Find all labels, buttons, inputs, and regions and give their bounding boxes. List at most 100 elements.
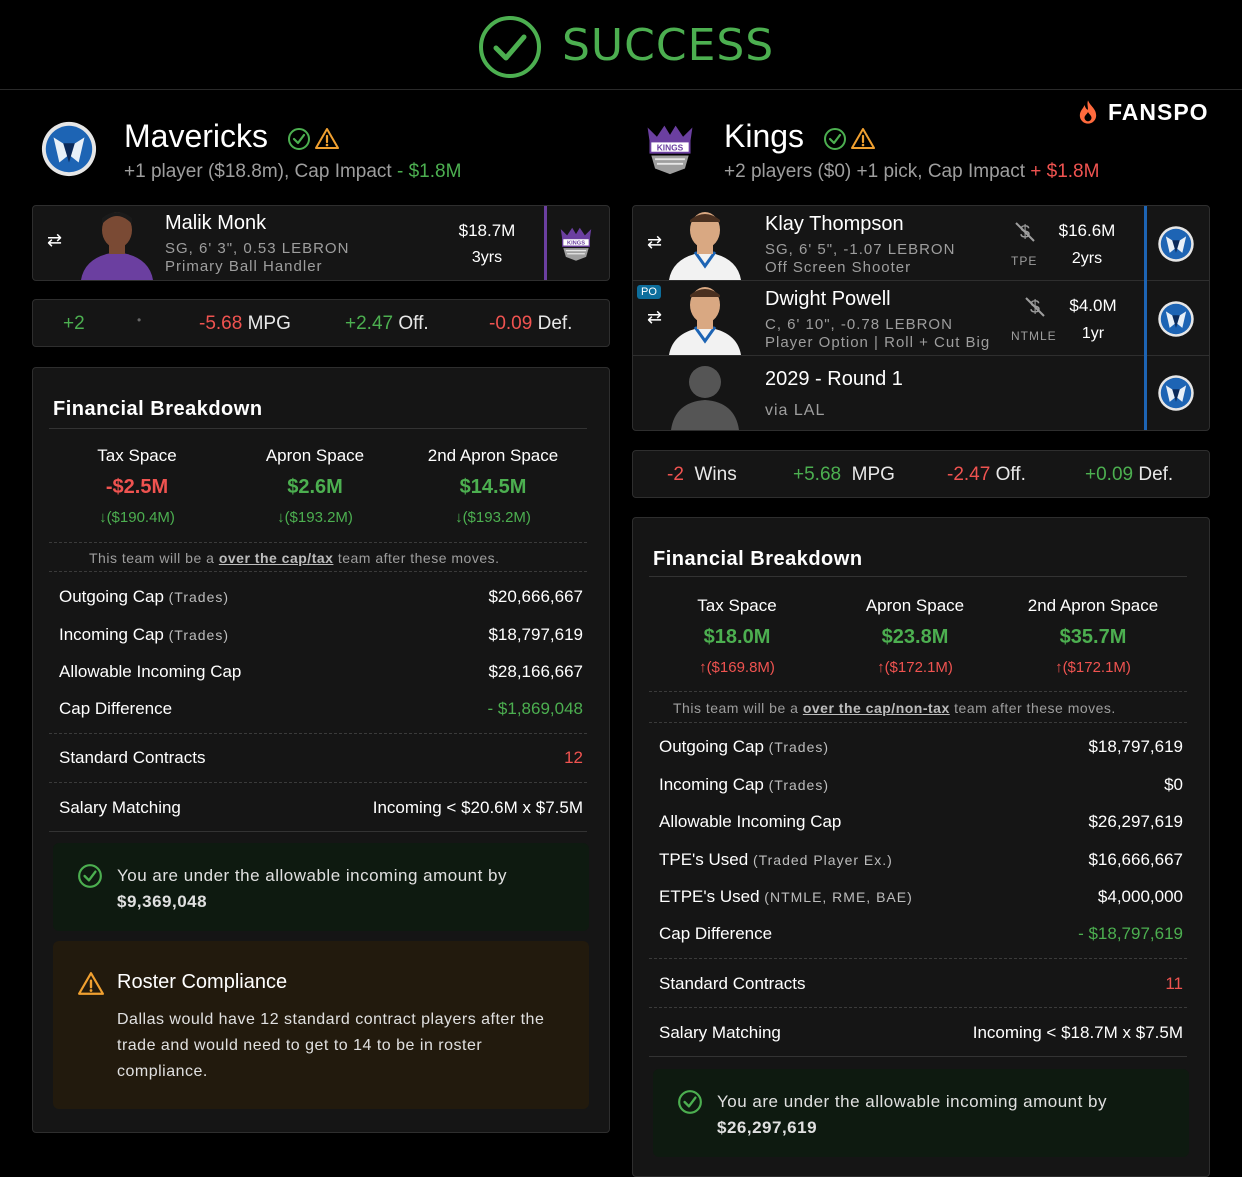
impact-stats-bar: +2 • -5.68 MPG +2.47 Off. -0.09 Def.	[32, 299, 610, 347]
player-row-malik-monk[interactable]: ⇄ Malik Monk SG, 6' 3", 0.53 LEBRON Prim…	[33, 206, 609, 280]
player-row-dwight-powell[interactable]: PO ⇄ Dwight Powell C, 6' 10", -0.78 LEBR…	[633, 281, 1209, 356]
apron-space-value: $2.6M	[287, 476, 343, 498]
mavericks-logo-icon	[1157, 374, 1195, 412]
notice-amount: $9,369,048	[117, 892, 208, 911]
financial-breakdown-kings: Financial Breakdown Tax Space $18.0M ↑($…	[632, 517, 1210, 1177]
tax-space-change-value: ($190.4M)	[106, 509, 175, 526]
row-label: Standard Contracts	[659, 974, 806, 993]
wins-stat: +2	[63, 313, 85, 335]
team-name-text: Mavericks	[124, 118, 269, 154]
team-name: Mavericks	[124, 118, 339, 155]
pick-name: 2029 - Round 1	[765, 368, 903, 390]
row-value: - $1,869,048	[487, 699, 583, 718]
standard-contracts-row: Standard Contracts 12	[59, 748, 583, 768]
second-apron-space-value: $35.7M	[1059, 626, 1127, 648]
apron-space-change: ↑($172.1M)	[830, 659, 1000, 676]
row-label: Allowable Incoming Cap	[59, 662, 242, 681]
mpg-value: +5.68	[793, 464, 842, 485]
mavericks-logo-icon	[1157, 225, 1195, 263]
team-summary: +1 player ($18.8m), Cap Impact - $1.8M	[124, 161, 461, 183]
notice-message: You are under the allowable incoming amo…	[117, 866, 508, 885]
player-info: SG, 6' 5", -1.07 LEBRON	[765, 241, 956, 258]
section-title: Financial Breakdown	[653, 548, 863, 570]
dot-icon: •	[137, 313, 142, 327]
player-row-klay-thompson[interactable]: ⇄ Klay Thompson SG, 6' 5", -1.07 LEBRON …	[633, 206, 1209, 281]
team-header-kings: Kings +2 players ($0) +1 pick, Cap Impac…	[632, 118, 1202, 198]
off-value: -2.47	[947, 464, 991, 485]
tax-space-change: ↑($169.8M)	[652, 659, 822, 676]
row-sub: (Trades)	[768, 777, 830, 793]
kings-logo-icon	[557, 224, 595, 262]
row-value: Incoming < $20.6M x $7.5M	[372, 798, 583, 817]
def-stat: -0.09 Def.	[489, 313, 572, 335]
player-name: Dwight Powell	[765, 288, 891, 310]
row-sub: (Trades)	[168, 589, 230, 605]
check-circle-icon	[677, 1089, 703, 1115]
divider	[49, 733, 587, 734]
notice-text: You are under the allowable incoming amo…	[117, 863, 507, 915]
team-status-badges	[823, 127, 875, 151]
player-photo	[73, 206, 161, 280]
row-value: $0	[1164, 775, 1183, 794]
off-stat: -2.47 Off.	[947, 464, 1026, 486]
warning-text: Dallas would have 12 standard contract p…	[117, 1011, 545, 1080]
row-label: ETPE's Used	[659, 887, 760, 906]
allowable-incoming-cap-row: Allowable Incoming Cap $28,166,667	[59, 662, 583, 682]
tax-space-label: Tax Space	[97, 446, 177, 465]
incoming-cap-row: Incoming Cap (Trades) $0	[659, 775, 1183, 795]
note-text: This team will be a	[673, 700, 803, 716]
team-name: Kings	[724, 118, 875, 155]
team-color-divider	[1144, 356, 1147, 430]
notice-amount: $26,297,619	[717, 1118, 818, 1137]
summary-text: +2 players ($0) +1 pick, Cap Impact	[724, 161, 1031, 182]
tpe-used-row: TPE's Used (Traded Player Ex.) $16,666,66…	[659, 850, 1183, 870]
player-salary: $18.7M	[458, 221, 516, 240]
def-stat: +0.09 Def.	[1085, 464, 1173, 486]
player-name: Malik Monk	[165, 212, 267, 234]
check-circle-icon	[823, 127, 847, 151]
cap-difference-row: Cap Difference - $18,797,619	[659, 924, 1183, 944]
apron-space: Apron Space $2.6M ↓($193.2M)	[230, 446, 400, 526]
off-value: +2.47	[345, 313, 394, 334]
def-label: Def.	[1138, 464, 1174, 485]
row-label: Cap Difference	[59, 699, 173, 718]
apron-space-change: ↓($193.2M)	[230, 509, 400, 526]
row-sub: (Trades)	[768, 739, 830, 755]
note-text: team after these moves.	[333, 550, 500, 566]
off-stat: +2.47 Off.	[345, 313, 429, 335]
player-role: Off Screen Shooter	[765, 259, 912, 276]
team-header-mavericks: Mavericks +1 player ($18.8m), Cap Impact…	[32, 118, 602, 198]
row-value: $26,297,619	[1088, 812, 1183, 831]
cap-status-link[interactable]: over the cap/tax	[219, 550, 334, 566]
incoming-players-card: ⇄ Malik Monk SG, 6' 3", 0.53 LEBRON Prim…	[32, 205, 610, 281]
player-option-badge: PO	[637, 285, 661, 299]
warning-icon	[315, 127, 339, 151]
wins-label: Wins	[694, 464, 737, 485]
allowable-incoming-notice: You are under the allowable incoming amo…	[53, 843, 589, 931]
player-contract-years: 2yrs	[1071, 250, 1103, 267]
row-sub: (NTMLE, RME, BAE)	[764, 889, 913, 905]
team-summary: +2 players ($0) +1 pick, Cap Impact + $1…	[724, 161, 1099, 183]
divider	[649, 576, 1187, 577]
pick-row-2029-round-1[interactable]: 2029 - Round 1 via LAL	[633, 356, 1209, 430]
def-label: Def.	[537, 313, 573, 334]
exception-tag: TPE	[1011, 254, 1038, 268]
tax-space-change-value: ($169.8M)	[706, 659, 775, 676]
row-value: $20,666,667	[488, 587, 583, 606]
allowable-incoming-notice: You are under the allowable incoming amo…	[653, 1069, 1189, 1157]
arrow-up-icon: ↑	[1055, 659, 1063, 676]
mpg-label: MPG	[851, 464, 895, 485]
second-apron-space: 2nd Apron Space $35.7M ↑($172.1M)	[1008, 596, 1178, 676]
allowable-incoming-cap-row: Allowable Incoming Cap $26,297,619	[659, 812, 1183, 832]
divider	[649, 722, 1187, 723]
player-salary: $4.0M	[1069, 296, 1117, 315]
team-status-badges	[287, 127, 339, 151]
player-photo	[661, 281, 749, 355]
cap-status-link[interactable]: over the cap/non-tax	[803, 700, 950, 716]
kings-logo-icon	[642, 120, 698, 176]
exception-tag: NTMLE	[1011, 329, 1057, 343]
player-photo	[661, 206, 749, 280]
row-label: Salary Matching	[59, 798, 181, 817]
salary-matching-row: Salary Matching Incoming < $18.7M x $7.5M	[659, 1023, 1183, 1043]
arrow-down-icon: ↓	[277, 509, 285, 526]
